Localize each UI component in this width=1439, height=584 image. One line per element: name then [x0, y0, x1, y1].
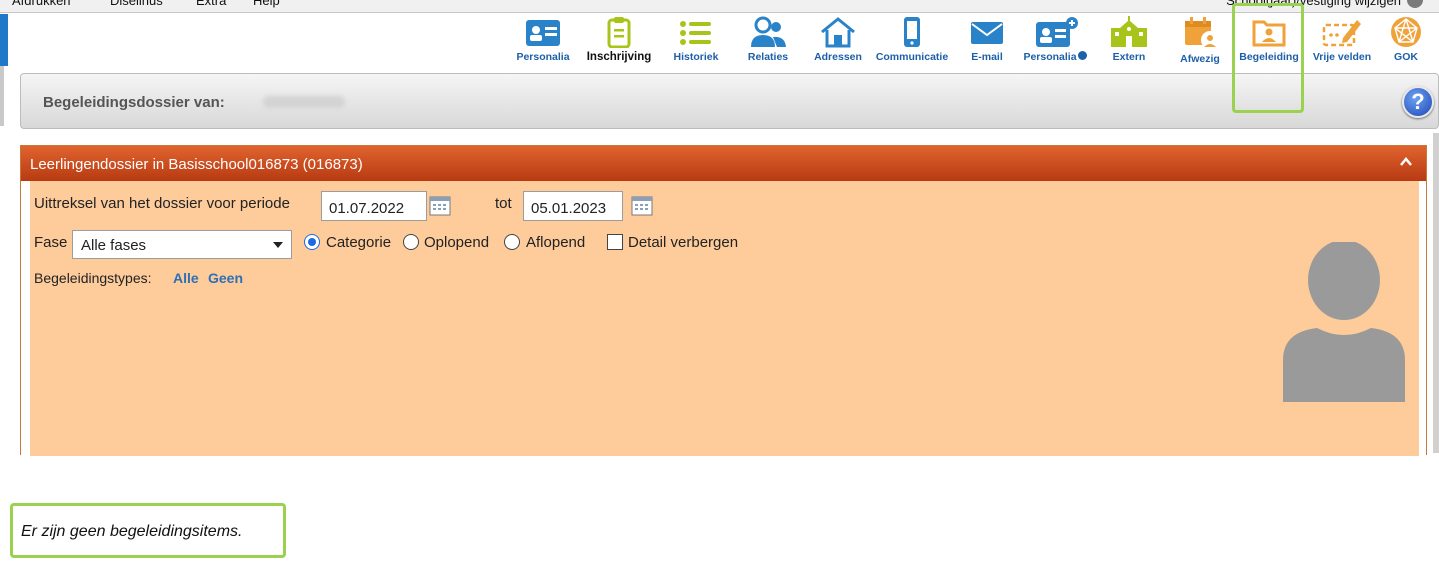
calendar-user-icon	[1185, 17, 1219, 49]
toolbar-label: Personalia	[516, 51, 570, 63]
phone-icon	[904, 17, 920, 47]
types-none-link[interactable]: Geen	[208, 270, 243, 286]
id-card-plus-icon	[1036, 17, 1078, 47]
empty-message: Er zijn geen begeleidingsitems.	[21, 523, 243, 540]
highlight-begeleiding	[1232, 3, 1304, 113]
phase-label: Fase	[34, 234, 68, 251]
toolbar-extern[interactable]: Extern	[1104, 16, 1154, 63]
help-button[interactable]: ?	[1402, 86, 1434, 118]
toolbar-communicatie[interactable]: Communicatie	[872, 16, 952, 63]
calendar-icon[interactable]	[631, 196, 653, 216]
toolbar-gok[interactable]: GOK	[1388, 16, 1424, 63]
menu-help[interactable]: Help	[253, 0, 280, 8]
radio-categorie-label[interactable]: Categorie	[326, 234, 391, 251]
toolbar-vrije-velden[interactable]: Vrije velden	[1308, 16, 1376, 63]
toolbar-personalia[interactable]: Personalia	[514, 16, 572, 63]
school-icon	[1111, 16, 1147, 47]
page-title: Begeleidingsdossier van:	[43, 94, 225, 111]
avatar-placeholder-icon	[1283, 242, 1405, 402]
people-icon	[751, 16, 786, 47]
toolbar-afwezig[interactable]: Afwezig	[1172, 16, 1228, 65]
id-card-icon	[526, 20, 560, 46]
to-label: tot	[495, 195, 512, 212]
panel-title: Leerlingendossier in Basisschool016873 (…	[30, 156, 363, 173]
toolbar-personalia-plus[interactable]: Personalia	[1022, 16, 1088, 63]
toolbar-label: Personalia	[1022, 51, 1088, 63]
radio-oplopend-label[interactable]: Oplopend	[424, 234, 489, 251]
dropdown-arrow-icon	[273, 242, 283, 248]
gear-icon[interactable]	[1407, 0, 1423, 8]
chevron-up-icon[interactable]	[1400, 156, 1412, 168]
phase-select-value: Alle fases	[81, 237, 147, 254]
student-name-redacted	[263, 96, 345, 108]
toolbar-inschrijving[interactable]: Inschrijving	[578, 16, 660, 63]
radio-aflopend[interactable]	[504, 234, 520, 250]
toolbar-label: Relaties	[747, 51, 789, 63]
calendar-icon[interactable]	[429, 196, 451, 216]
vertical-scrollbar[interactable]	[1433, 133, 1439, 453]
menu-extra[interactable]: Extra	[196, 0, 226, 8]
toolbar-label-text: Personalia	[1023, 51, 1077, 63]
envelope-icon	[971, 22, 1003, 44]
toolbar: Personalia Inschrijving Historiek Relati…	[0, 14, 1439, 70]
list-icon	[680, 21, 711, 45]
toolbar-label: GOK	[1394, 51, 1418, 63]
types-label: Begeleidingstypes:	[34, 270, 152, 286]
period-label: Uittreksel van het dossier voor periode	[34, 195, 290, 212]
toolbar-historiek[interactable]: Historiek	[668, 16, 724, 63]
help-icon: ?	[1411, 89, 1425, 114]
toolbar-relaties[interactable]: Relaties	[740, 16, 796, 63]
panel-body: Uittreksel van het dossier voor periode …	[30, 181, 1419, 456]
dossier-panel: Leerlingendossier in Basisschool016873 (…	[20, 145, 1427, 456]
types-all-link[interactable]: Alle	[173, 270, 199, 286]
toolbar-label: Inschrijving	[586, 51, 652, 63]
menu-afdrukken[interactable]: Afdrukken	[12, 0, 71, 8]
detail-hide-checkbox[interactable]	[607, 234, 623, 250]
panel-header[interactable]: Leerlingendossier in Basisschool016873 (…	[21, 146, 1426, 181]
globe-network-icon	[1391, 17, 1421, 47]
toolbar-label: Extern	[1112, 51, 1146, 63]
radio-aflopend-label[interactable]: Aflopend	[526, 234, 585, 251]
house-icon	[821, 17, 855, 48]
toolbar-label: Adressen	[814, 51, 862, 63]
menu-diselinus[interactable]: Diselinus	[110, 0, 163, 8]
left-scroll-strip	[0, 66, 4, 126]
toolbar-email[interactable]: E-mail	[962, 16, 1012, 63]
menubar: Afdrukken Diselinus Extra Help School(ja…	[0, 0, 1439, 13]
date-from-input[interactable]: 01.07.2022	[321, 191, 427, 221]
phase-select[interactable]: Alle fases	[72, 230, 292, 259]
radio-categorie[interactable]	[304, 234, 320, 250]
clipboard-icon	[607, 17, 631, 48]
toolbar-adressen[interactable]: Adressen	[810, 16, 866, 63]
toolbar-label: Historiek	[673, 51, 719, 63]
toolbar-label: Afwezig	[1180, 53, 1220, 65]
plus-circle-icon	[1077, 51, 1087, 60]
toolbar-label: E-mail	[971, 51, 1003, 63]
dossier-header: Begeleidingsdossier van: ?	[20, 73, 1439, 129]
toolbar-label: Communicatie	[875, 51, 949, 63]
toolbar-label: Vrije velden	[1312, 51, 1372, 63]
date-to-input[interactable]: 05.01.2023	[523, 191, 623, 221]
radio-oplopend[interactable]	[403, 234, 419, 250]
detail-hide-label[interactable]: Detail verbergen	[628, 234, 738, 251]
edit-icon	[1322, 20, 1361, 47]
